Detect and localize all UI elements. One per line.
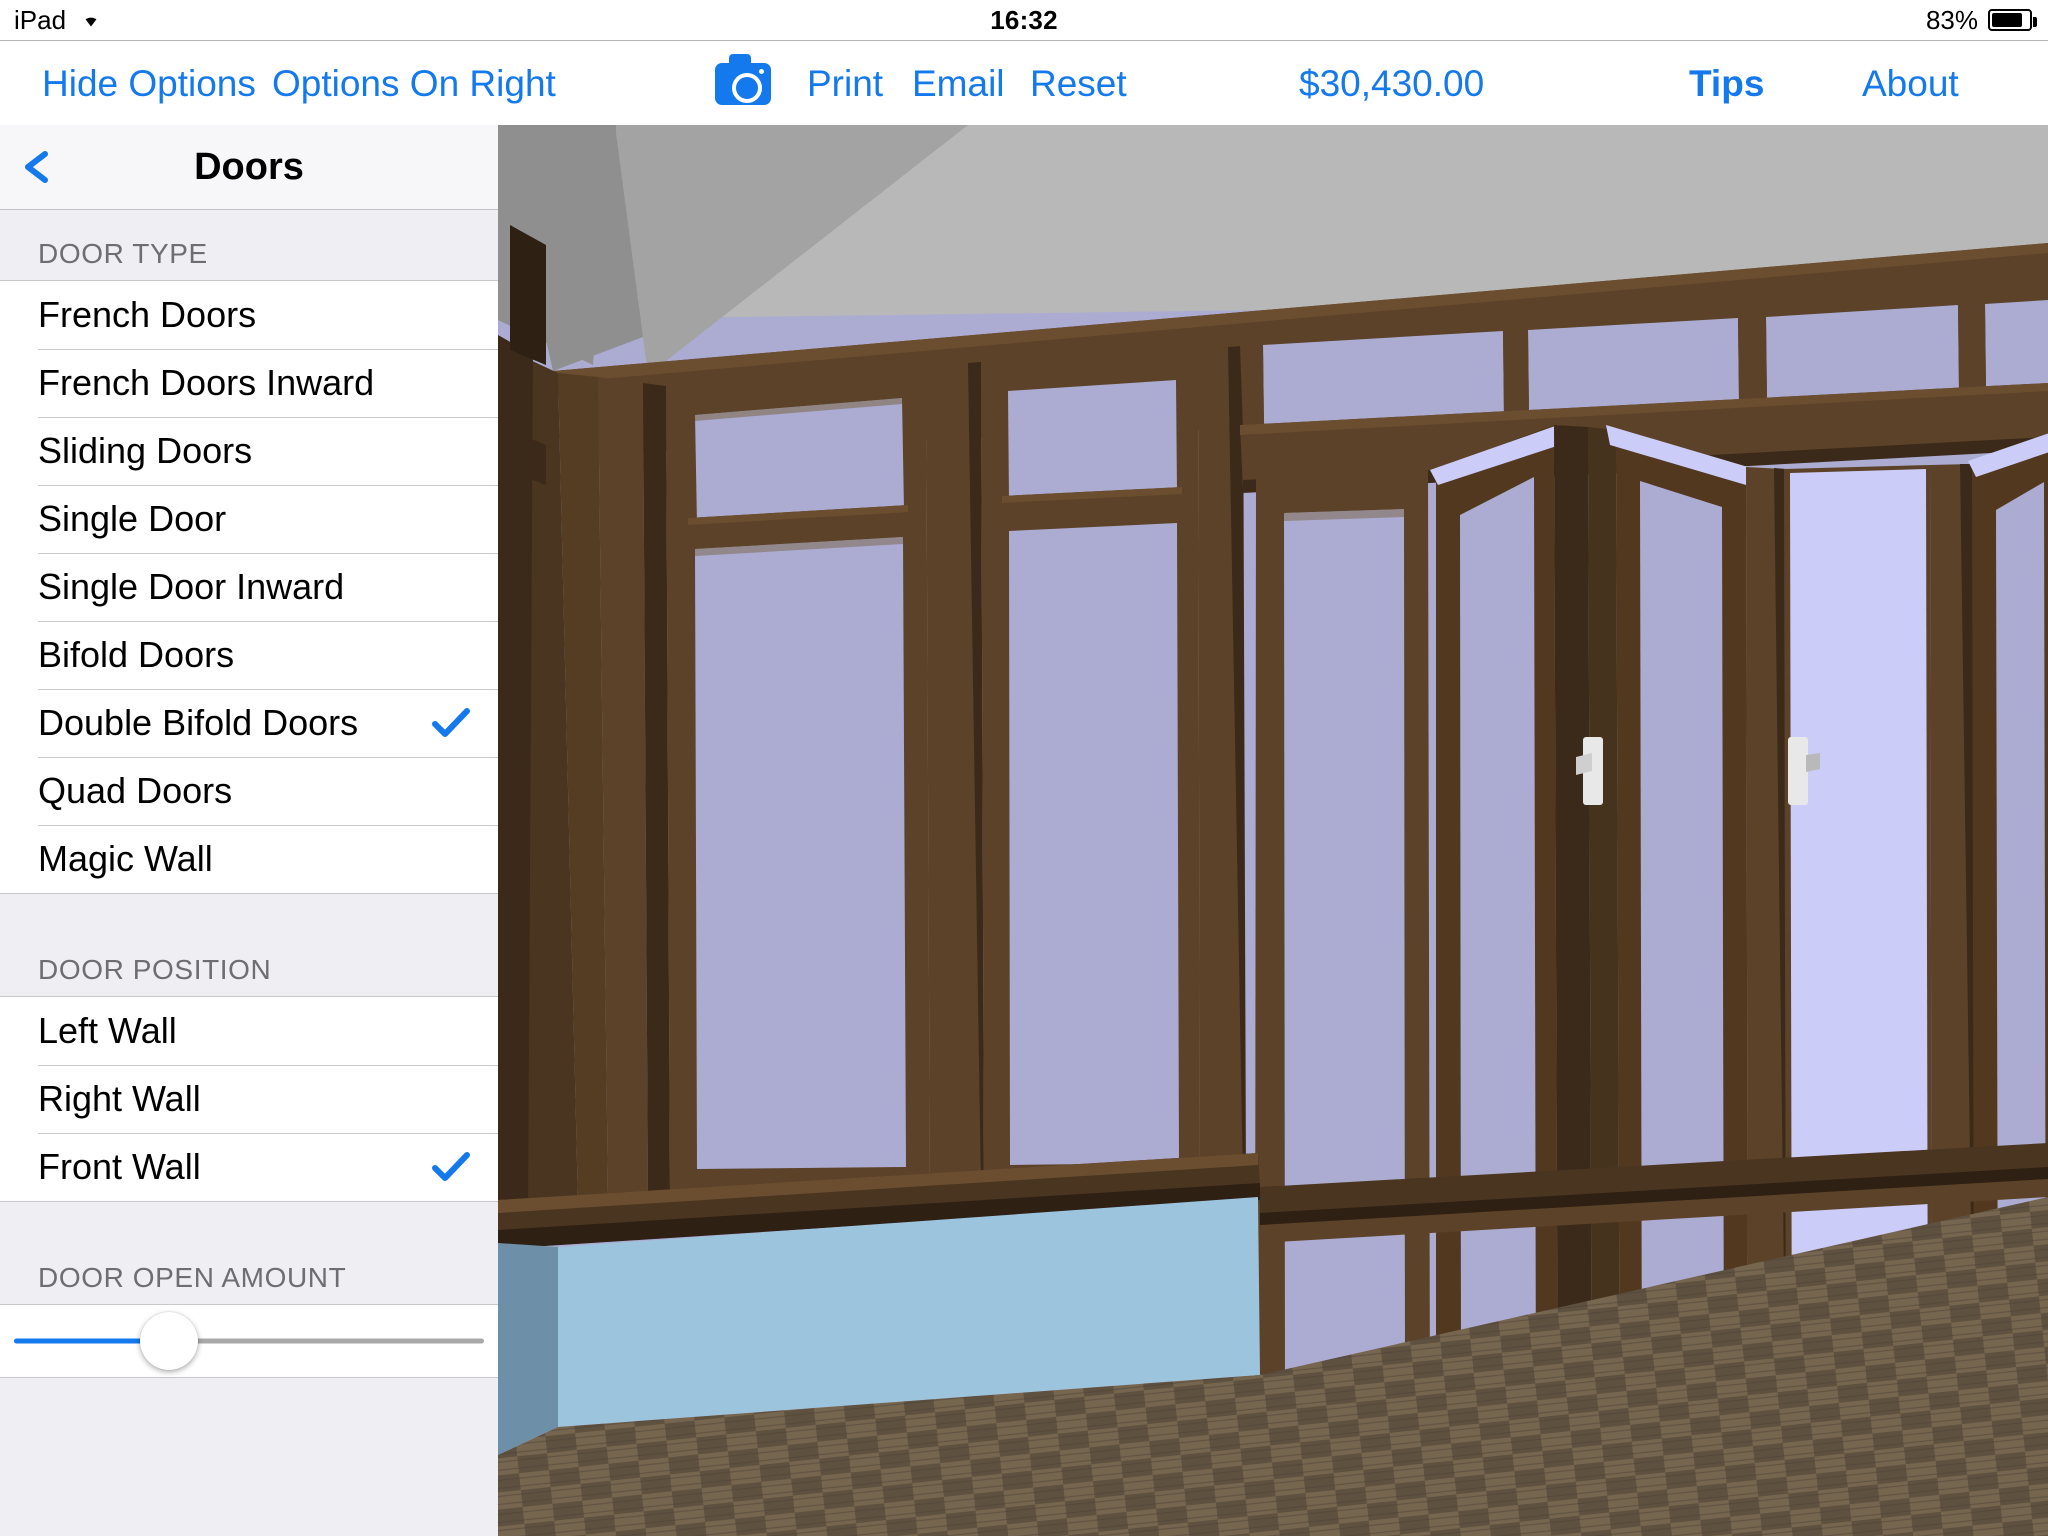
- page-title: Doors: [194, 145, 304, 188]
- list-item[interactable]: Single Door: [0, 485, 498, 553]
- list-item-label: French Doors Inward: [38, 362, 375, 403]
- render-canvas: [498, 125, 2048, 1536]
- conservatory-3d-render[interactable]: [498, 125, 2048, 1536]
- email-button[interactable]: Email: [912, 41, 1005, 126]
- list-item-label: French Doors: [38, 294, 257, 335]
- options-sidebar: Doors DOOR TYPE French Doors French Doors …: [0, 125, 498, 1536]
- clock: 16:32: [990, 4, 1058, 35]
- print-button[interactable]: Print: [807, 41, 883, 126]
- list-item-label: Bifold Doors: [38, 634, 235, 675]
- list-item[interactable]: Single Door Inward: [0, 553, 498, 621]
- tips-button[interactable]: Tips: [1689, 41, 1764, 126]
- list-item-label: Sliding Doors: [38, 430, 253, 471]
- door-open-amount-slider[interactable]: [0, 1304, 498, 1378]
- checkmark-icon: [432, 708, 470, 738]
- list-item[interactable]: Magic Wall: [0, 825, 498, 893]
- list-item-label: Double Bifold Doors: [38, 702, 359, 743]
- list-item[interactable]: Front Wall: [0, 1133, 498, 1201]
- camera-button[interactable]: [715, 41, 771, 126]
- option-list: French Doors French Doors Inward Sliding D…: [0, 280, 498, 894]
- app-root: iPad 16:32 83% Hide Options Options On R…: [0, 0, 2048, 1536]
- list-item[interactable]: French Doors: [0, 281, 498, 349]
- battery-percent-label: 83%: [1925, 4, 1978, 35]
- battery-icon: [1988, 9, 2037, 31]
- section-header-door-type: DOOR TYPE: [0, 210, 498, 280]
- list-item[interactable]: French Doors Inward: [0, 349, 498, 417]
- sidebar-nav-header: Doors: [0, 125, 498, 210]
- price-display: $30,430.00: [1299, 62, 1485, 104]
- sidebar-empty-area: [0, 1378, 498, 1536]
- toolbar: Hide Options Options On Right Print Emai…: [0, 40, 2048, 125]
- section-header-door-open-amount: DOOR OPEN AMOUNT: [0, 1202, 498, 1304]
- list-item-label: Magic Wall: [38, 838, 213, 879]
- door-handle-right: [1788, 737, 1808, 805]
- about-button[interactable]: About: [1862, 41, 1959, 126]
- list-item-label: Single Door: [38, 498, 227, 539]
- checkmark-icon: [432, 1152, 470, 1182]
- list-item[interactable]: Right Wall: [0, 1065, 498, 1133]
- list-item[interactable]: Bifold Doors: [0, 621, 498, 689]
- status-bar-right: 83%: [1925, 4, 2037, 36]
- list-item[interactable]: Quad Doors: [0, 757, 498, 825]
- list-item-label: Quad Doors: [38, 770, 233, 811]
- reset-button[interactable]: Reset: [1030, 41, 1127, 126]
- section-header-door-position: DOOR POSITION: [0, 894, 498, 996]
- list-item[interactable]: Left Wall: [0, 997, 498, 1065]
- options-on-right-button[interactable]: Options On Right: [272, 41, 556, 126]
- slider-thumb[interactable]: [140, 1312, 199, 1370]
- list-item-label: Left Wall: [38, 1010, 177, 1051]
- list-item-label: Single Door Inward: [38, 566, 345, 607]
- list-item[interactable]: Double Bifold Doors: [0, 689, 498, 757]
- option-list: Left Wall Right Wall Front Wall: [0, 996, 498, 1202]
- list-item-label: Right Wall: [38, 1078, 201, 1119]
- list-item[interactable]: Sliding Doors: [0, 417, 498, 485]
- chevron-left-icon[interactable]: [20, 150, 54, 184]
- camera-icon: [715, 53, 771, 105]
- slider-track[interactable]: [14, 1338, 484, 1344]
- sidebar-sections: DOOR TYPE French Doors French Doors Inward…: [0, 210, 498, 1536]
- hide-options-button[interactable]: Hide Options: [42, 41, 256, 126]
- list-item-label: Front Wall: [38, 1146, 201, 1187]
- status-bar: iPad 16:32 83%: [0, 0, 2048, 40]
